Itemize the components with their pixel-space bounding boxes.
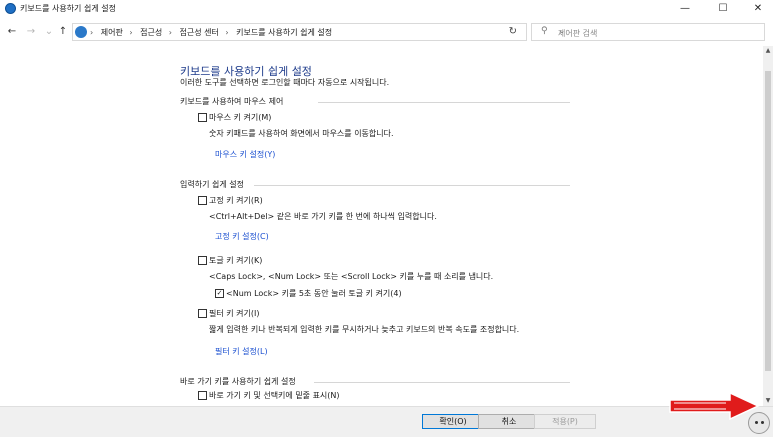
minimize-button[interactable]: —	[668, 0, 702, 18]
page-subtitle: 이러한 도구를 선택하면 로그인할 때마다 자동으로 시작됩니다.	[180, 78, 390, 87]
search-icon: ⚲	[541, 26, 548, 36]
filter-keys-description: 짧게 입력한 키나 반복되게 입력한 키를 무시하거나 늦추고 키보드의 반복 …	[209, 325, 520, 334]
sticky-keys-label[interactable]: 고정 키 켜기(R)	[209, 195, 263, 206]
scrollbar-thumb[interactable]	[765, 71, 771, 371]
control-panel-icon	[75, 26, 87, 38]
section-divider	[318, 102, 570, 103]
underline-shortcuts-label[interactable]: 바로 가기 키 및 선택키에 밑줄 표시(N)	[209, 390, 340, 401]
breadcrumb-separator: ›	[225, 28, 229, 37]
close-button[interactable]: ✕	[741, 0, 773, 18]
back-button[interactable]: ←	[5, 25, 19, 39]
breadcrumb-control-panel[interactable]: 제어판	[101, 28, 123, 37]
filter-keys-settings-link[interactable]: 필터 키 설정(L)	[215, 346, 268, 357]
section-divider	[314, 382, 570, 383]
sticky-keys-settings-link[interactable]: 고정 키 설정(C)	[215, 231, 269, 242]
forward-button[interactable]: →	[24, 25, 38, 39]
main-content: 키보드를 사용하기 쉽게 설정 이러한 도구를 선택하면 로그인할 때마다 자동…	[0, 46, 763, 406]
apply-button[interactable]: 적용(P)	[534, 414, 596, 429]
mousekeys-description: 숫자 키패드를 사용하여 화면에서 마우스를 이동합니다.	[209, 129, 394, 138]
search-box[interactable]: ⚲	[531, 23, 765, 41]
toggle-keys-description: <Caps Lock>, <Num Lock> 또는 <Scroll Lock>…	[209, 272, 494, 281]
mousekeys-checkbox[interactable]	[198, 113, 207, 122]
section-divider	[254, 185, 570, 186]
mousekeys-settings-link[interactable]: 마우스 키 설정(Y)	[215, 149, 275, 160]
toggle-keys-hold-label[interactable]: <Num Lock> 키를 5초 동안 눌러 토글 키 켜기(4)	[226, 288, 402, 299]
breadcrumb-ease-of-access-center[interactable]: 접근성 센터	[180, 28, 219, 37]
maximize-button[interactable]: ☐	[706, 0, 740, 18]
footer-bar: 확인(O) 취소 적용(P)	[0, 406, 773, 437]
window-title: 키보드를 사용하기 쉽게 설정	[20, 4, 116, 13]
control-panel-icon	[5, 3, 16, 14]
address-box[interactable]: › 제어판 › 접근성 › 접근성 센터 › 키보드를 사용하기 쉽게 설정 ⌄…	[72, 23, 565, 41]
underline-shortcuts-checkbox[interactable]	[198, 391, 207, 400]
red-arrow-icon	[669, 392, 760, 420]
toggle-keys-label[interactable]: 토글 키 켜기(K)	[209, 255, 262, 266]
section-title-mouse: 키보드를 사용하여 마우스 제어	[180, 97, 284, 106]
recent-dropdown-icon[interactable]: ⌄	[42, 25, 56, 39]
toggle-keys-hold-checkbox[interactable]: ✓	[215, 289, 224, 298]
breadcrumb-separator: ›	[168, 28, 172, 37]
mousekeys-label[interactable]: 마우스 키 켜기(M)	[209, 112, 271, 123]
cancel-button[interactable]: 취소	[478, 414, 540, 429]
breadcrumb-accessibility[interactable]: 접근성	[140, 28, 162, 37]
vertical-scrollbar[interactable]: ▲ ▼	[763, 46, 773, 406]
breadcrumb: › 제어판 › 접근성 › 접근성 센터 › 키보드를 사용하기 쉽게 설정	[90, 27, 336, 38]
sticky-keys-description: <Ctrl+Alt+Del> 같은 바로 가기 키를 한 번에 하나씩 입력합니…	[209, 212, 437, 221]
breadcrumb-separator: ›	[129, 28, 133, 37]
scroll-up-arrow-icon[interactable]: ▲	[763, 46, 773, 56]
up-button[interactable]: ↑	[56, 25, 70, 39]
sticky-keys-checkbox[interactable]	[198, 196, 207, 205]
section-title-typing: 입력하기 쉽게 설정	[180, 180, 244, 189]
breadcrumb-keyboard-settings[interactable]: 키보드를 사용하기 쉽게 설정	[236, 28, 332, 37]
ok-button[interactable]: 확인(O)	[422, 414, 484, 429]
address-bar: ← → ⌄ ↑ › 제어판 › 접근성 › 접근성 센터 › 키보드를 사용하기…	[0, 20, 773, 46]
refresh-icon[interactable]: ↻	[509, 26, 517, 37]
toggle-keys-checkbox[interactable]	[198, 256, 207, 265]
search-input[interactable]	[556, 25, 760, 41]
title-bar: 키보드를 사용하기 쉽게 설정 — ☐ ✕	[0, 0, 773, 18]
filter-keys-checkbox[interactable]	[198, 309, 207, 318]
filter-keys-label[interactable]: 필터 키 켜기(I)	[209, 308, 260, 319]
avatar-icon	[748, 412, 770, 434]
scroll-down-arrow-icon[interactable]: ▼	[763, 396, 773, 406]
section-title-shortcuts: 바로 가기 키를 사용하기 쉽게 설정	[180, 377, 296, 386]
breadcrumb-separator: ›	[90, 28, 94, 37]
